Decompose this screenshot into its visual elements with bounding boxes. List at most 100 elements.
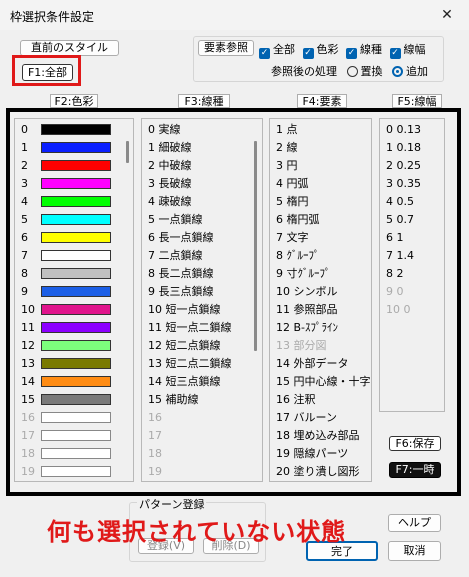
- color-number: 11: [21, 321, 35, 334]
- color-row[interactable]: 6: [15, 229, 123, 247]
- linetype-row[interactable]: 1 細破線: [148, 139, 192, 157]
- width-row[interactable]: 1 0.18: [386, 139, 421, 157]
- linetype-row[interactable]: 12 短二点鎖線: [148, 337, 221, 355]
- check-linetype[interactable]: ✓ 線種: [346, 43, 382, 59]
- element-row[interactable]: 12 B-ｽﾌﾟﾗｲﾝ: [276, 319, 338, 337]
- radio-replace[interactable]: 置換: [346, 65, 383, 78]
- linetype-row[interactable]: 17: [148, 427, 162, 445]
- color-row[interactable]: 0: [15, 121, 123, 139]
- element-row[interactable]: 19 隠線パーツ: [276, 445, 348, 463]
- linetype-row[interactable]: 9 長三点鎖線: [148, 283, 214, 301]
- tab-element[interactable]: F4:要素: [297, 94, 347, 108]
- color-row[interactable]: 15: [15, 391, 123, 409]
- element-reference-button[interactable]: 要素参照: [198, 40, 254, 56]
- linetype-row[interactable]: 13 短二点二鎖線: [148, 355, 232, 373]
- color-row[interactable]: 5: [15, 211, 123, 229]
- color-number: 14: [21, 375, 35, 388]
- element-row[interactable]: 16 注釈: [276, 391, 316, 409]
- element-row[interactable]: 4 円弧: [276, 175, 309, 193]
- linetype-row[interactable]: 8 長二点鎖線: [148, 265, 214, 283]
- linetype-row[interactable]: 18: [148, 445, 162, 463]
- width-row[interactable]: 3 0.35: [386, 175, 421, 193]
- element-row[interactable]: 20 塗り潰し図形: [276, 463, 360, 481]
- width-row[interactable]: 8 2: [386, 265, 404, 283]
- color-row[interactable]: 8: [15, 265, 123, 283]
- linetype-row[interactable]: 11 短一点二鎖線: [148, 319, 232, 337]
- check-width[interactable]: ✓ 線幅: [389, 43, 426, 59]
- color-row[interactable]: 10: [15, 301, 123, 319]
- element-row[interactable]: 7 文字: [276, 229, 309, 247]
- checkbox-icon: ✓: [302, 48, 314, 59]
- color-scrollbar[interactable]: [126, 141, 129, 163]
- color-number: 1: [21, 141, 28, 154]
- color-row[interactable]: 11: [15, 319, 123, 337]
- color-row[interactable]: 19: [15, 463, 123, 481]
- tab-width[interactable]: F5:線幅: [392, 94, 442, 108]
- color-row[interactable]: 16: [15, 409, 123, 427]
- element-row[interactable]: 3 円: [276, 157, 298, 175]
- element-row[interactable]: 9 寸ｸﾞﾙｰﾌﾟ: [276, 265, 331, 283]
- width-row[interactable]: 5 0.7: [386, 211, 414, 229]
- element-row[interactable]: 15 円中心線・十字: [276, 373, 371, 391]
- color-row[interactable]: 12: [15, 337, 123, 355]
- linetype-row[interactable]: 4 疎破線: [148, 193, 192, 211]
- linetype-row[interactable]: 3 長破線: [148, 175, 192, 193]
- color-list[interactable]: 0 1 2 3 4 5 6 7 8 9 10 11 12 13 14 15 16 17 18 19: [14, 118, 134, 482]
- close-icon[interactable]: ✕: [439, 7, 455, 23]
- color-row[interactable]: 9: [15, 283, 123, 301]
- element-row[interactable]: 14 外部データ: [276, 355, 349, 373]
- linetype-row[interactable]: 7 二点鎖線: [148, 247, 203, 265]
- cancel-button[interactable]: 取消: [388, 541, 441, 561]
- check-all[interactable]: ✓ 全部: [259, 43, 295, 59]
- temp-button[interactable]: F7:一時: [389, 462, 441, 478]
- width-list[interactable]: 0 0.13 1 0.18 2 0.25 3 0.35 4 0.5 5 0.7 6 17 1…: [379, 118, 445, 412]
- color-row[interactable]: 1: [15, 139, 123, 157]
- linetype-list[interactable]: 0 実線 1 細破線 2 中破線 3 長破線 4 疎破線 5 一点鎖線 6 長一点鎖線 7 二…: [141, 118, 263, 482]
- save-button[interactable]: F6:保存: [389, 436, 441, 451]
- color-row[interactable]: 17: [15, 427, 123, 445]
- linetype-row[interactable]: 10 短一点鎖線: [148, 301, 221, 319]
- check-color[interactable]: ✓ 色彩: [302, 43, 339, 59]
- width-row[interactable]: 9 0: [386, 283, 404, 301]
- help-button[interactable]: ヘルプ: [388, 514, 441, 532]
- color-row[interactable]: 3: [15, 175, 123, 193]
- color-row[interactable]: 7: [15, 247, 123, 265]
- element-row[interactable]: 11 参照部品: [276, 301, 338, 319]
- element-row[interactable]: 17 バルーン: [276, 409, 337, 427]
- width-row[interactable]: 4 0.5: [386, 193, 414, 211]
- width-row[interactable]: 6 1: [386, 229, 404, 247]
- linetype-row[interactable]: 16: [148, 409, 162, 427]
- tab-color[interactable]: F2:色彩: [50, 94, 98, 108]
- linetype-scrollbar[interactable]: [254, 141, 257, 351]
- color-row[interactable]: 2: [15, 157, 123, 175]
- width-row[interactable]: 10 0: [386, 301, 411, 319]
- element-row[interactable]: 6 楕円弧: [276, 211, 320, 229]
- width-row[interactable]: 0 0.13: [386, 121, 421, 139]
- element-list[interactable]: 1 点2 線3 円4 円弧 5 楕円 6 楕円弧 7 文字 8 ｸﾞﾙｰﾌﾟ 9 寸ｸﾞﾙ…: [269, 118, 372, 482]
- element-row[interactable]: 2 線: [276, 139, 298, 157]
- color-row[interactable]: 18: [15, 445, 123, 463]
- tab-linetype[interactable]: F3:線種: [178, 94, 230, 108]
- element-row[interactable]: 10 シンボル: [276, 283, 338, 301]
- element-row[interactable]: 5 楕円: [276, 193, 309, 211]
- previous-style-button[interactable]: 直前のスタイル: [20, 40, 119, 56]
- linetype-row[interactable]: 0 実線: [148, 121, 181, 139]
- element-row[interactable]: 18 埋め込み部品: [276, 427, 360, 445]
- linetype-row[interactable]: 6 長一点鎖線: [148, 229, 214, 247]
- linetype-row[interactable]: 15 補助線: [148, 391, 199, 409]
- radio-add[interactable]: 追加: [392, 65, 428, 78]
- color-row[interactable]: 4: [15, 193, 123, 211]
- width-row[interactable]: 7 1.4: [386, 247, 414, 265]
- color-swatch: [41, 178, 111, 189]
- color-row[interactable]: 13: [15, 355, 123, 373]
- color-row[interactable]: 14: [15, 373, 123, 391]
- linetype-row[interactable]: 19: [148, 463, 162, 481]
- linetype-row[interactable]: 2 中破線: [148, 157, 192, 175]
- element-row[interactable]: 13 部分図: [276, 337, 327, 355]
- element-row[interactable]: 1 点: [276, 121, 298, 139]
- color-number: 13: [21, 357, 35, 370]
- linetype-row[interactable]: 5 一点鎖線: [148, 211, 203, 229]
- linetype-row[interactable]: 14 短三点鎖線: [148, 373, 221, 391]
- element-row[interactable]: 8 ｸﾞﾙｰﾌﾟ: [276, 247, 320, 265]
- width-row[interactable]: 2 0.25: [386, 157, 421, 175]
